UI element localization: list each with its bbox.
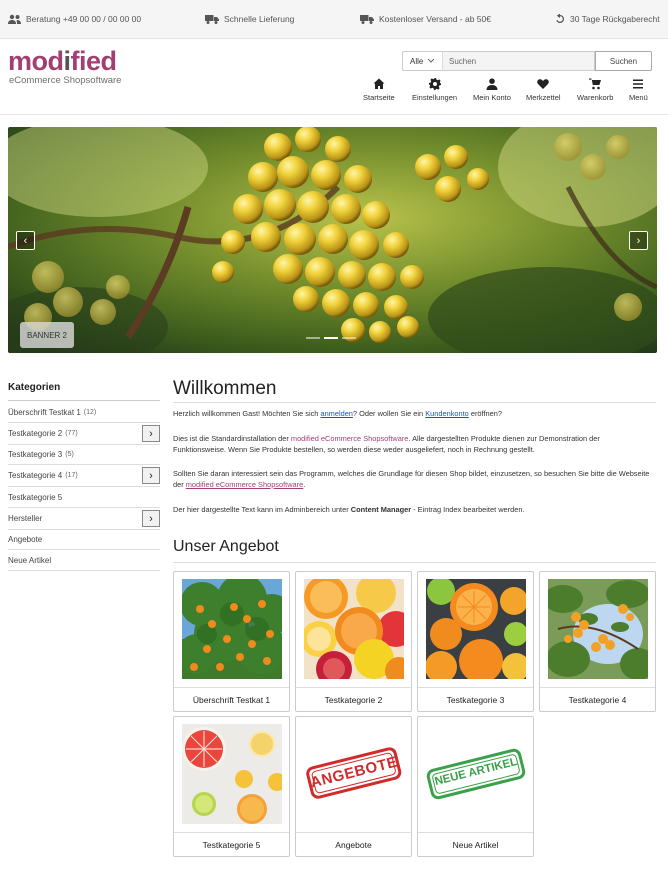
sidebar-item-testkategorie-5[interactable]: Testkategorie 5	[8, 487, 160, 508]
search-bar: Alle Suchen Suchen	[402, 51, 652, 71]
hero-slider[interactable]: ‹ › BANNER 2	[8, 127, 657, 353]
category-card-ueberschrift-testkat-1[interactable]: Überschrift Testkat 1	[173, 571, 290, 712]
nav-account[interactable]: Mein Konto	[473, 78, 511, 102]
offer-divider	[173, 562, 656, 563]
oranges-image	[426, 579, 526, 679]
category-card-testkategorie-3[interactable]: Testkategorie 3	[417, 571, 534, 712]
info-consulting: Beratung +49 00 00 / 00 00 00	[8, 14, 141, 24]
chevron-right-icon: ›	[636, 234, 641, 247]
info-delivery-label: Schnelle Lieferung	[224, 14, 295, 24]
chevron-left-icon: ‹	[23, 234, 28, 247]
top-info-bar: Beratung +49 00 00 / 00 00 00 Schnelle L…	[0, 0, 668, 39]
card-label: Neue Artikel	[418, 832, 533, 856]
card-label: Testkategorie 2	[296, 687, 411, 711]
categories-heading: Kategorien	[8, 382, 61, 393]
title-divider	[173, 402, 656, 403]
search-button[interactable]: Suchen	[595, 51, 652, 71]
info-shipping: Kostenloser Versand - ab 50€	[360, 14, 491, 24]
angebote-stamp-image: ANGEBOTE	[304, 724, 404, 824]
info-consulting-label: Beratung +49 00 00 / 00 00 00	[26, 14, 142, 24]
nav-settings[interactable]: Einstellungen	[412, 78, 457, 102]
category-card-testkategorie-4[interactable]: Testkategorie 4	[539, 571, 656, 712]
nav-menu[interactable]: Menü	[629, 78, 648, 102]
nav-home[interactable]: Startseite	[363, 78, 395, 102]
categories-divider	[8, 400, 160, 401]
category-card-angebote[interactable]: ANGEBOTE Angebote	[295, 716, 412, 857]
card-label: Testkategorie 5	[174, 832, 289, 856]
card-label: Testkategorie 4	[540, 687, 655, 711]
users-icon	[8, 14, 21, 24]
banner-label[interactable]: BANNER 2	[20, 322, 74, 348]
welcome-paragraph: Herzlich willkommen Gast! Möchten Sie si…	[173, 409, 502, 418]
info-shipping-label: Kostenloser Versand - ab 50€	[379, 14, 491, 24]
sidebar-item-neue-artikel[interactable]: Neue Artikel	[8, 550, 160, 571]
gear-icon	[428, 78, 441, 90]
user-icon	[486, 78, 498, 90]
menu-icon	[633, 79, 644, 89]
category-card-neue-artikel[interactable]: NEUE ARTIKEL Neue Artikel	[417, 716, 534, 857]
nav-wishlist[interactable]: Merkzettel	[526, 78, 561, 102]
offer-heading: Unser Angebot	[173, 538, 279, 555]
sidebar-item-angebote[interactable]: Angebote	[8, 530, 160, 550]
shop-logo[interactable]: modified eCommerce Shopsoftware	[8, 46, 122, 87]
truck-icon	[205, 15, 219, 24]
sidebar-item-testkategorie-2[interactable]: Testkategorie 2 (77) ›	[8, 423, 160, 445]
chevron-down-icon	[428, 59, 435, 63]
slider-prev-button[interactable]: ‹	[16, 231, 35, 250]
cart-icon	[589, 78, 602, 90]
info-returns: 30 Tage Rückgaberecht	[555, 14, 660, 24]
category-card-testkategorie-2[interactable]: Testkategorie 2	[295, 571, 412, 712]
neue-artikel-stamp-image: NEUE ARTIKEL	[426, 724, 526, 824]
card-label: Überschrift Testkat 1	[174, 687, 289, 711]
header-divider	[0, 114, 668, 115]
slider-next-button[interactable]: ›	[629, 231, 648, 250]
website-paragraph: Sollten Sie daran interessiert sein das …	[173, 469, 650, 489]
card-label: Testkategorie 3	[418, 687, 533, 711]
banner-grapes-image	[8, 127, 657, 353]
citrus-fruits-image	[304, 579, 404, 679]
create-account-link[interactable]: Kundenkonto	[425, 409, 469, 418]
card-label: Angebote	[296, 832, 411, 856]
info-returns-label: 30 Tage Rückgaberecht	[570, 14, 660, 24]
search-input[interactable]: Suchen	[442, 51, 595, 71]
chevron-right-icon: ›	[149, 427, 153, 440]
shipping-truck-icon	[360, 15, 374, 24]
sidebar-item-testkategorie-4[interactable]: Testkategorie 4 (17) ›	[8, 465, 160, 487]
chevron-right-icon: ›	[149, 512, 153, 525]
orange-tree-image	[182, 579, 282, 679]
sidebar-item-hersteller[interactable]: Hersteller ›	[8, 508, 160, 530]
logo-wordmark: modified	[8, 46, 117, 76]
info-delivery: Schnelle Lieferung	[205, 14, 294, 24]
sliced-citrus-image	[182, 724, 282, 824]
expand-button[interactable]: ›	[142, 425, 160, 442]
page-title: Willkommen	[173, 378, 277, 399]
nav-cart[interactable]: Warenkorb	[577, 78, 613, 102]
slider-dot[interactable]	[342, 337, 356, 339]
category-card-testkategorie-5[interactable]: Testkategorie 5	[173, 716, 290, 857]
slider-dot-active[interactable]	[324, 337, 338, 339]
search-category-select[interactable]: Alle	[402, 51, 442, 71]
admin-paragraph: Der hier dargestellte Text kann im Admin…	[173, 505, 525, 514]
branch-fruits-image	[548, 579, 648, 679]
intro-paragraph: Dies ist die Standardinstallation der mo…	[173, 434, 600, 454]
slider-pagination	[306, 337, 356, 339]
expand-button[interactable]: ›	[142, 467, 160, 484]
chevron-right-icon: ›	[149, 469, 153, 482]
sidebar-item-testkategorie-3[interactable]: Testkategorie 3 (5)	[8, 445, 160, 465]
logo-tagline: eCommerce Shopsoftware	[9, 75, 122, 86]
login-link[interactable]: anmelden	[320, 409, 352, 418]
undo-icon	[556, 14, 565, 23]
expand-button[interactable]: ›	[142, 510, 160, 527]
heart-icon	[537, 79, 550, 89]
slider-dot[interactable]	[306, 337, 320, 339]
home-icon	[373, 78, 385, 89]
sidebar-item-ueberschrift-testkat-1[interactable]: Überschrift Testkat 1 (12)	[8, 402, 160, 423]
modified-website-link[interactable]: modified eCommerce Shopsoftware	[186, 480, 303, 489]
